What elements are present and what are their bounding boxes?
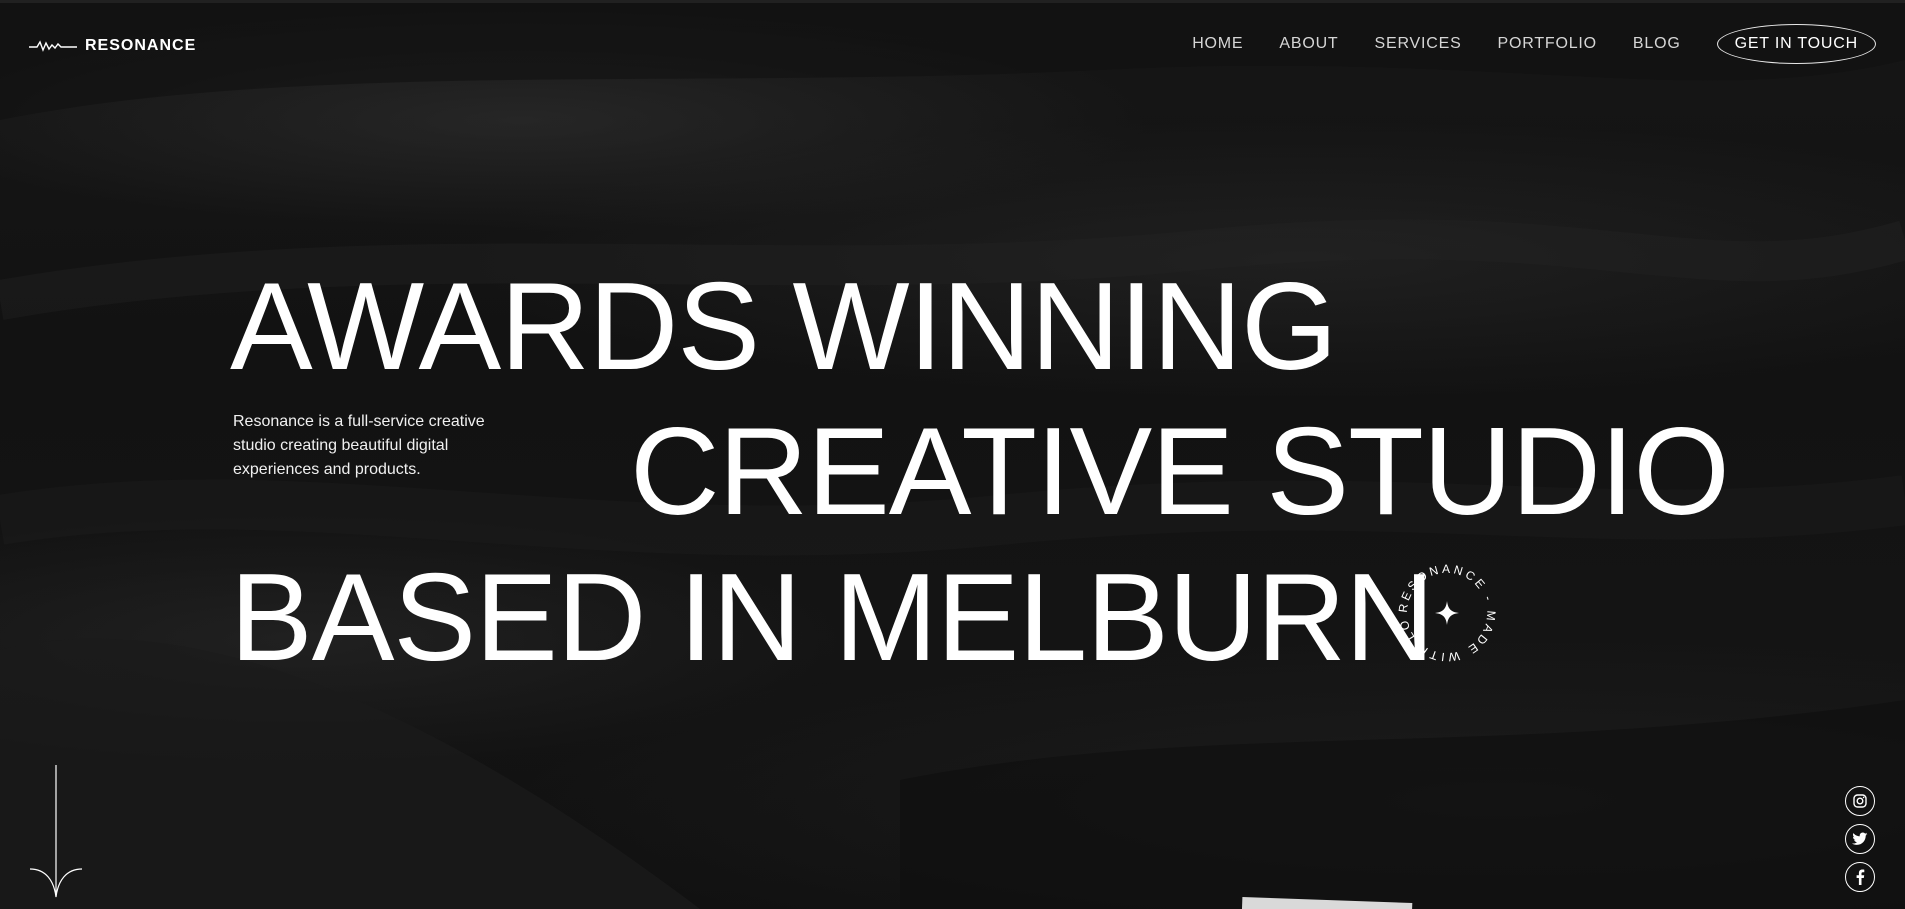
hero-line-based: BASED IN MELBURN (230, 549, 1435, 687)
social-links (1845, 786, 1875, 892)
nav-portfolio[interactable]: PORTFOLIO (1498, 35, 1597, 53)
facebook-icon (1856, 869, 1865, 885)
twitter-icon (1852, 832, 1868, 845)
main-nav: HOME ABOUT SERVICES PORTFOLIO BLOG GET I… (1156, 24, 1876, 64)
twitter-button[interactable] (1845, 824, 1875, 854)
nav-services[interactable]: SERVICES (1375, 35, 1462, 53)
hero-line-creative: CREATIVE STUDIO (630, 403, 1730, 541)
instagram-button[interactable] (1845, 786, 1875, 816)
wave-logo-icon (29, 40, 77, 52)
nav-about[interactable]: ABOUT (1279, 35, 1338, 53)
facebook-button[interactable] (1845, 862, 1875, 892)
get-in-touch-button[interactable]: GET IN TOUCH (1716, 24, 1876, 64)
page: RESONANCE HOME ABOUT SERVICES PORTFOLIO … (0, 0, 1905, 909)
nav-blog[interactable]: BLOG (1633, 35, 1681, 53)
hero-line-awards: AWARDS WINNING (230, 258, 1338, 396)
hero-intro-text: Resonance is a full-service creative stu… (233, 413, 485, 478)
nav-home[interactable]: HOME (1192, 35, 1243, 53)
logo-text: RESONANCE (85, 37, 197, 54)
sparkle-icon (1435, 601, 1459, 625)
rotating-badge: RESONANCE - MADE WITH LOVE - (1391, 557, 1495, 664)
instagram-icon (1853, 794, 1867, 808)
scroll-down-arrow-icon[interactable] (28, 765, 84, 900)
logo[interactable]: RESONANCE (29, 36, 196, 56)
